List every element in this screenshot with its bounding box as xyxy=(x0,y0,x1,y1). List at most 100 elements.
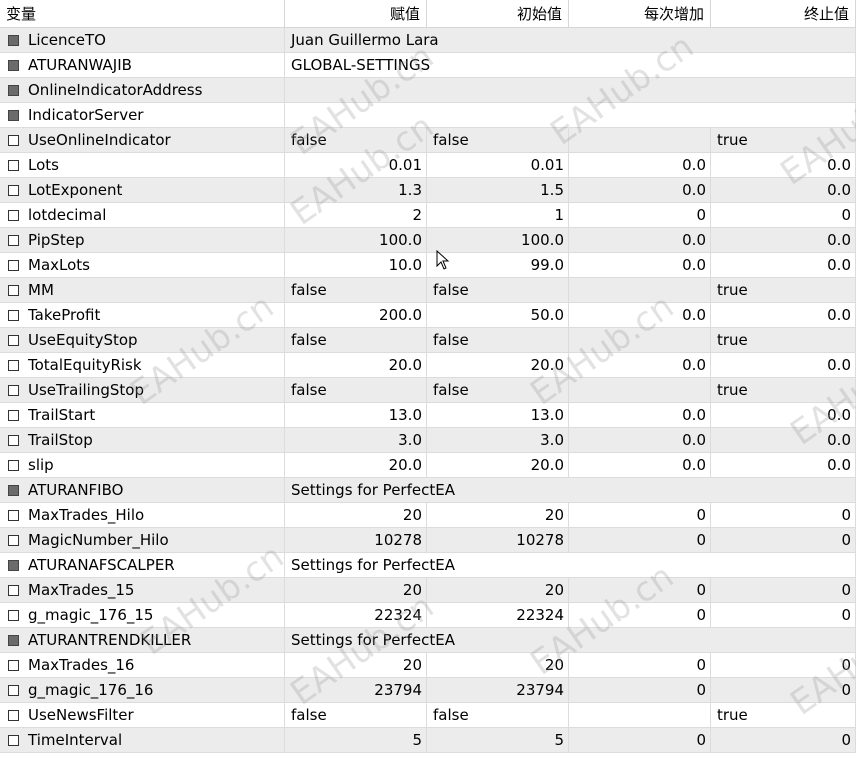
table-row[interactable]: g_magic_176_16 23794 23794 0 0 xyxy=(0,678,856,703)
step-cell[interactable]: 0.0 xyxy=(569,178,711,203)
stop-cell[interactable]: 0.0 xyxy=(711,153,856,178)
table-row[interactable]: PipStep 100.0 100.0 0.0 0.0 xyxy=(0,228,856,253)
step-cell[interactable]: 0.0 xyxy=(569,403,711,428)
value-cell[interactable]: false xyxy=(285,328,427,353)
variable-cell[interactable]: MaxTrades_Hilo xyxy=(0,503,285,528)
variable-cell[interactable]: UseOnlineIndicator xyxy=(0,128,285,153)
optimize-checkbox[interactable] xyxy=(8,34,19,46)
variable-cell[interactable]: ATURANFIBO xyxy=(0,478,285,503)
value-cell[interactable]: 100.0 xyxy=(285,228,427,253)
variable-cell[interactable]: lotdecimal xyxy=(0,203,285,228)
table-row[interactable]: ATURANWAJIB GLOBAL-SETTINGS xyxy=(0,53,856,78)
optimize-checkbox[interactable] xyxy=(8,209,19,221)
table-row[interactable]: TakeProfit 200.0 50.0 0.0 0.0 xyxy=(0,303,856,328)
variable-cell[interactable]: g_magic_176_15 xyxy=(0,603,285,628)
optimize-checkbox[interactable] xyxy=(8,584,19,596)
optimize-checkbox[interactable] xyxy=(8,184,19,196)
optimize-checkbox[interactable] xyxy=(8,359,19,371)
table-row[interactable]: MaxTrades_15 20 20 0 0 xyxy=(0,578,856,603)
start-cell[interactable]: 10278 xyxy=(427,528,569,553)
stop-cell[interactable]: 0 xyxy=(711,203,856,228)
variable-cell[interactable]: UseEquityStop xyxy=(0,328,285,353)
table-row[interactable]: LicenceTO Juan Guillermo Lara xyxy=(0,28,856,53)
optimize-checkbox[interactable] xyxy=(8,559,19,571)
optimize-checkbox[interactable] xyxy=(8,609,19,621)
optimize-checkbox[interactable] xyxy=(8,509,19,521)
start-cell[interactable]: 20 xyxy=(427,503,569,528)
optimize-checkbox[interactable] xyxy=(8,734,19,746)
stop-cell[interactable]: 0.0 xyxy=(711,178,856,203)
variable-cell[interactable]: Lots xyxy=(0,153,285,178)
optimize-checkbox[interactable] xyxy=(8,284,19,296)
value-cell[interactable]: false xyxy=(285,128,427,153)
step-cell[interactable]: 0.0 xyxy=(569,453,711,478)
step-cell[interactable]: 0 xyxy=(569,203,711,228)
optimize-checkbox[interactable] xyxy=(8,259,19,271)
value-cell[interactable]: Settings for PerfectEA xyxy=(285,553,856,578)
optimize-checkbox[interactable] xyxy=(8,434,19,446)
variable-cell[interactable]: TotalEquityRisk xyxy=(0,353,285,378)
table-row[interactable]: Lots 0.01 0.01 0.0 0.0 xyxy=(0,153,856,178)
stop-cell[interactable]: 0 xyxy=(711,678,856,703)
start-cell[interactable]: 5 xyxy=(427,728,569,753)
variable-cell[interactable]: MaxLots xyxy=(0,253,285,278)
start-cell[interactable]: false xyxy=(427,703,569,728)
header-step[interactable]: 每次增加 xyxy=(569,0,711,28)
optimize-checkbox[interactable] xyxy=(8,409,19,421)
value-cell[interactable]: 23794 xyxy=(285,678,427,703)
table-row[interactable]: MaxTrades_16 20 20 0 0 xyxy=(0,653,856,678)
optimize-checkbox[interactable] xyxy=(8,309,19,321)
stop-cell[interactable]: 0.0 xyxy=(711,403,856,428)
table-row[interactable]: ATURANFIBO Settings for PerfectEA xyxy=(0,478,856,503)
table-row[interactable]: TotalEquityRisk 20.0 20.0 0.0 0.0 xyxy=(0,353,856,378)
value-cell[interactable]: 10.0 xyxy=(285,253,427,278)
table-row[interactable]: IndicatorServer xyxy=(0,103,856,128)
variable-cell[interactable]: UseNewsFilter xyxy=(0,703,285,728)
value-cell[interactable] xyxy=(285,103,856,128)
stop-cell[interactable]: 0 xyxy=(711,528,856,553)
step-cell[interactable]: 0.0 xyxy=(569,153,711,178)
value-cell[interactable]: GLOBAL-SETTINGS xyxy=(285,53,856,78)
value-cell[interactable]: 13.0 xyxy=(285,403,427,428)
value-cell[interactable]: 5 xyxy=(285,728,427,753)
optimize-checkbox[interactable] xyxy=(8,59,19,71)
table-row[interactable]: TrailStart 13.0 13.0 0.0 0.0 xyxy=(0,403,856,428)
variable-cell[interactable]: LotExponent xyxy=(0,178,285,203)
stop-cell[interactable]: true xyxy=(711,328,856,353)
table-row[interactable]: lotdecimal 2 1 0 0 xyxy=(0,203,856,228)
variable-cell[interactable]: TakeProfit xyxy=(0,303,285,328)
header-variable[interactable]: 变量 xyxy=(0,0,285,28)
start-cell[interactable]: 3.0 xyxy=(427,428,569,453)
optimize-checkbox[interactable] xyxy=(8,84,19,96)
value-cell[interactable]: 0.01 xyxy=(285,153,427,178)
variable-cell[interactable]: TrailStart xyxy=(0,403,285,428)
value-cell[interactable]: false xyxy=(285,278,427,303)
value-cell[interactable]: Settings for PerfectEA xyxy=(285,628,856,653)
table-row[interactable]: LotExponent 1.3 1.5 0.0 0.0 xyxy=(0,178,856,203)
value-cell[interactable]: false xyxy=(285,703,427,728)
variable-cell[interactable]: g_magic_176_16 xyxy=(0,678,285,703)
stop-cell[interactable]: 0 xyxy=(711,578,856,603)
table-row[interactable]: UseEquityStop false false true xyxy=(0,328,856,353)
table-row[interactable]: OnlineIndicatorAddress xyxy=(0,78,856,103)
optimize-checkbox[interactable] xyxy=(8,334,19,346)
table-row[interactable]: UseOnlineIndicator false false true xyxy=(0,128,856,153)
stop-cell[interactable]: 0 xyxy=(711,728,856,753)
start-cell[interactable]: 13.0 xyxy=(427,403,569,428)
table-row[interactable]: slip 20.0 20.0 0.0 0.0 xyxy=(0,453,856,478)
optimize-checkbox[interactable] xyxy=(8,134,19,146)
step-cell[interactable]: 0 xyxy=(569,603,711,628)
header-start[interactable]: 初始值 xyxy=(427,0,569,28)
table-row[interactable]: UseTrailingStop false false true xyxy=(0,378,856,403)
value-cell[interactable]: 20.0 xyxy=(285,453,427,478)
start-cell[interactable]: 20.0 xyxy=(427,453,569,478)
variable-cell[interactable]: MaxTrades_15 xyxy=(0,578,285,603)
variable-cell[interactable]: TimeInterval xyxy=(0,728,285,753)
variable-cell[interactable]: IndicatorServer xyxy=(0,103,285,128)
table-row[interactable]: TimeInterval 5 5 0 0 xyxy=(0,728,856,753)
value-cell[interactable]: Juan Guillermo Lara xyxy=(285,28,856,53)
step-cell[interactable]: 0 xyxy=(569,728,711,753)
table-row[interactable]: TrailStop 3.0 3.0 0.0 0.0 xyxy=(0,428,856,453)
stop-cell[interactable]: true xyxy=(711,378,856,403)
start-cell[interactable]: false xyxy=(427,128,569,153)
